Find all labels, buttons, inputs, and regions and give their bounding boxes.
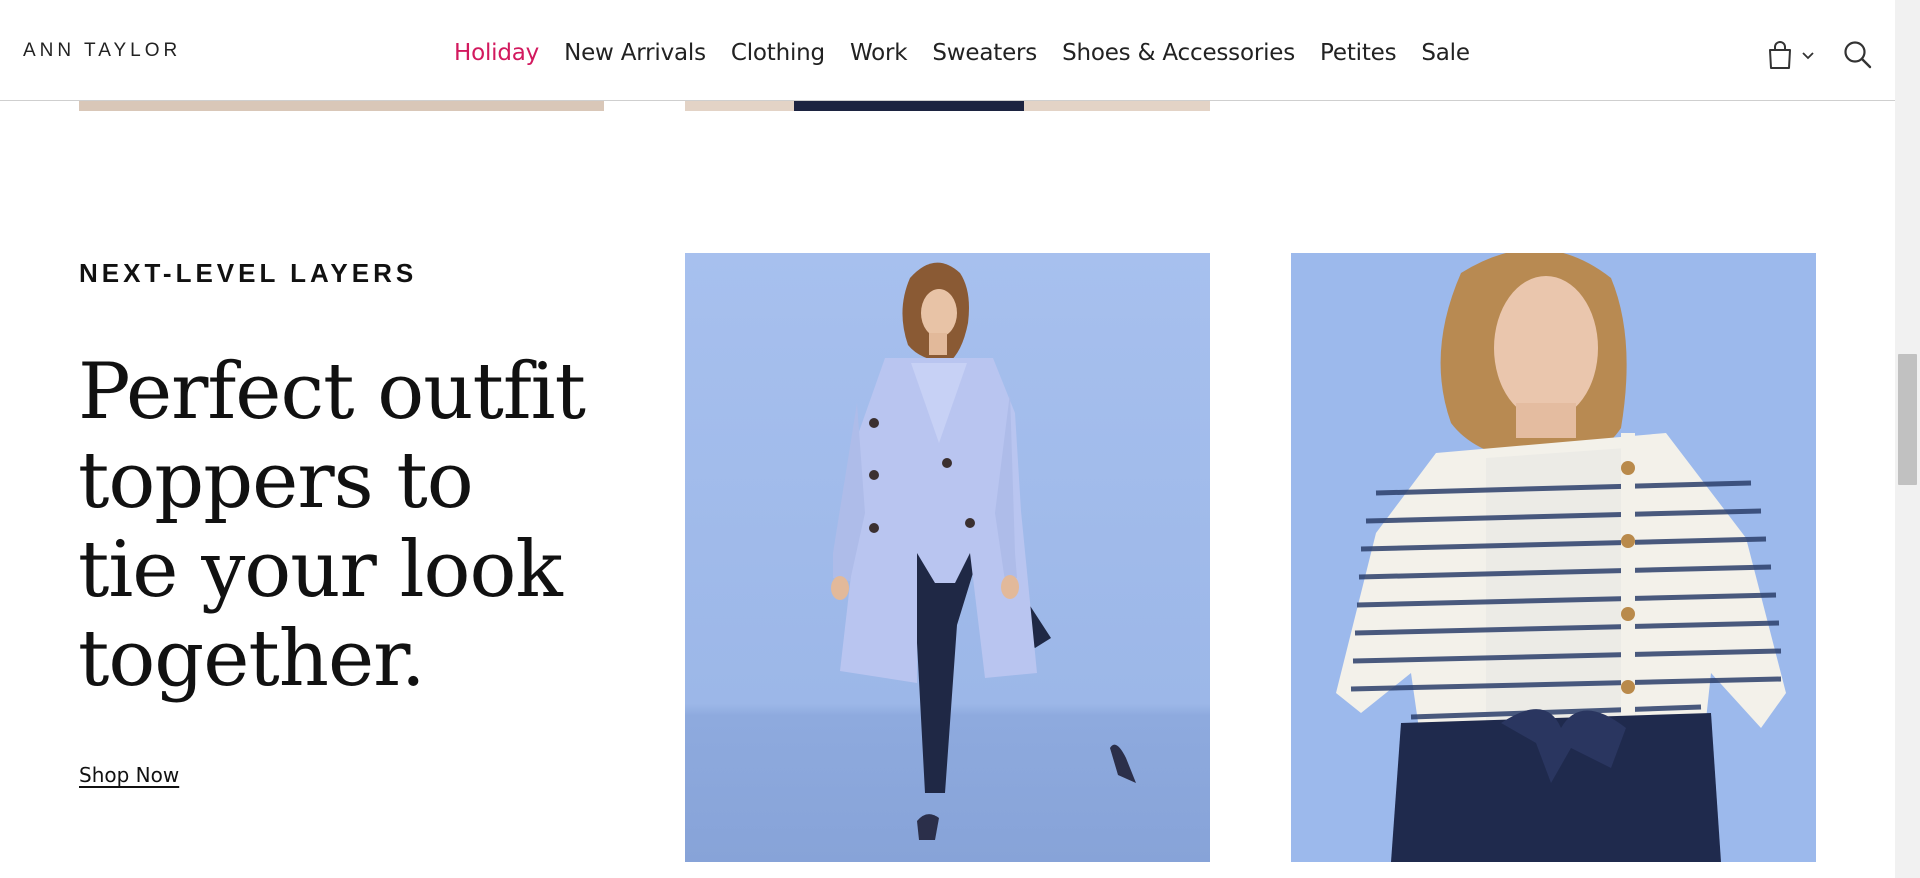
brand-logo[interactable]: ANN TAYLOR bbox=[23, 40, 181, 62]
nav-item-holiday[interactable]: Holiday bbox=[454, 40, 539, 66]
scrollbar-thumb[interactable] bbox=[1898, 354, 1917, 485]
nav-item-sweaters[interactable]: Sweaters bbox=[932, 40, 1037, 66]
nav-item-work[interactable]: Work bbox=[850, 40, 908, 66]
shop-now-link[interactable]: Shop Now bbox=[79, 763, 179, 787]
trench-coat-model-photo[interactable] bbox=[685, 253, 1210, 862]
nav-item-shoes-accessories[interactable]: Shoes & Accessories bbox=[1062, 40, 1295, 66]
site-header: ANN TAYLOR Holiday New Arrivals Clothing… bbox=[0, 0, 1895, 101]
search-icon bbox=[1844, 41, 1872, 69]
section-eyebrow: NEXT-LEVEL LAYERS bbox=[79, 258, 418, 288]
headline-line: toppers to bbox=[78, 436, 474, 526]
previous-row-image[interactable] bbox=[79, 101, 604, 111]
nav-item-clothing[interactable]: Clothing bbox=[731, 40, 825, 66]
search-button[interactable] bbox=[1843, 40, 1873, 70]
headline-line: Perfect outfit bbox=[78, 347, 586, 437]
main-nav: Holiday New Arrivals Clothing Work Sweat… bbox=[454, 40, 1470, 66]
headline-line: tie your look bbox=[78, 525, 563, 615]
nav-item-sale[interactable]: Sale bbox=[1421, 40, 1470, 66]
headline-line: together. bbox=[78, 614, 426, 704]
section-headline: Perfect outfit toppers to tie your look … bbox=[78, 348, 598, 704]
cart-button[interactable] bbox=[1766, 40, 1826, 72]
striped-cardigan-model-photo[interactable] bbox=[1291, 253, 1816, 862]
nav-item-new-arrivals[interactable]: New Arrivals bbox=[564, 40, 706, 66]
nav-item-petites[interactable]: Petites bbox=[1320, 40, 1397, 66]
chevron-down-icon bbox=[1802, 52, 1814, 60]
shopping-bag-icon bbox=[1769, 41, 1791, 69]
previous-row-image-detail bbox=[794, 101, 1024, 111]
